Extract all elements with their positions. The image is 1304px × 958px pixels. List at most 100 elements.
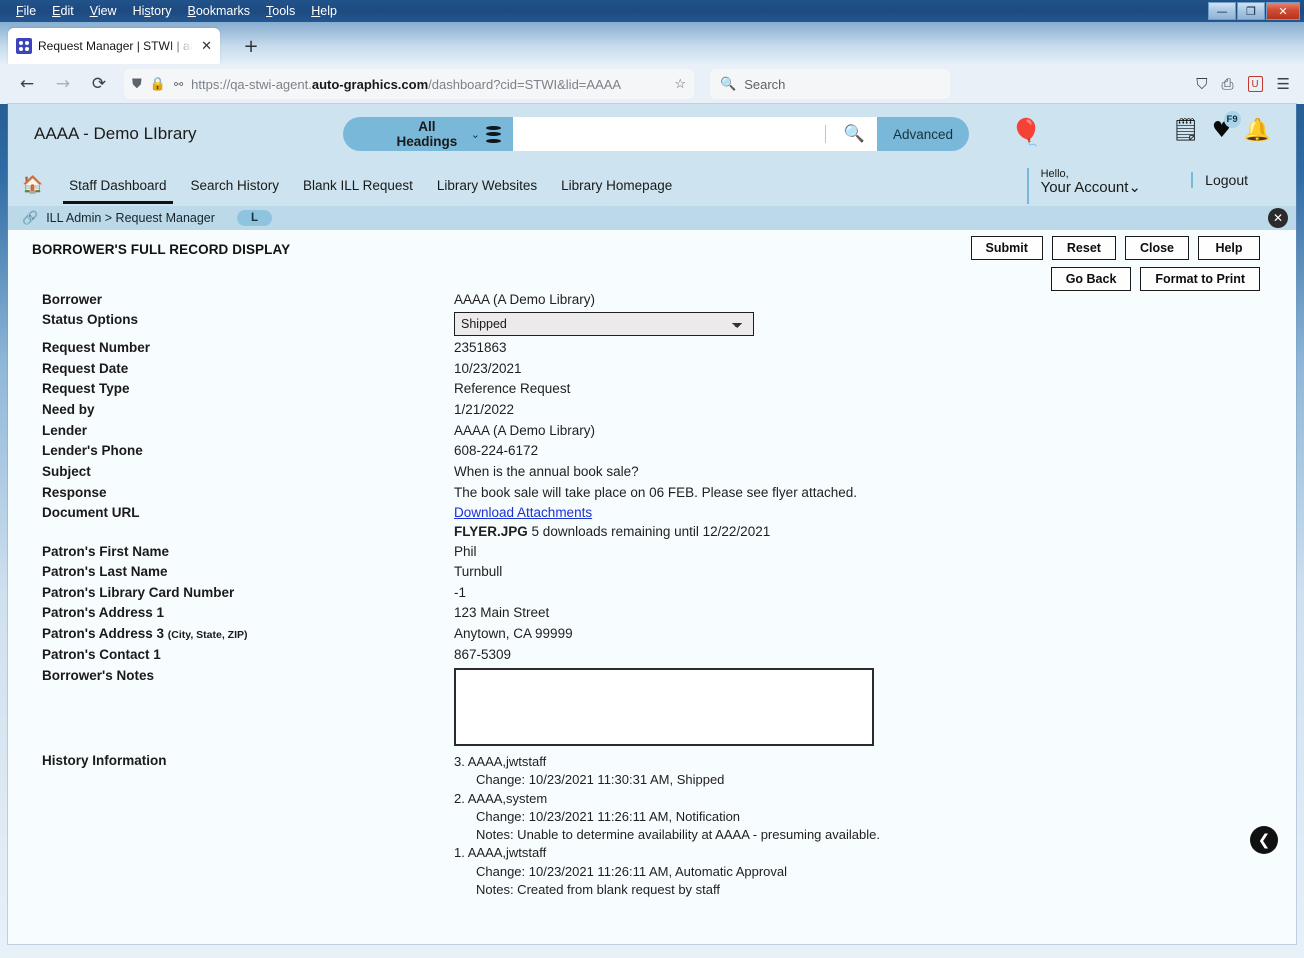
search-submit-icon[interactable]: 🔍 <box>836 124 873 144</box>
nav-blank-ill-request[interactable]: Blank ILL Request <box>291 168 425 203</box>
menu-history[interactable]: History <box>125 1 180 21</box>
field-row-subject: Subject When is the annual book sale? <box>8 464 1296 479</box>
field-row-request-type: Request Type Reference Request <box>8 381 1296 396</box>
library-title: AAAA - Demo LIbrary <box>34 124 197 143</box>
browser-tabstrip: Request Manager | STWI | aaaa ✕ + <box>0 22 1304 64</box>
label-lenders-phone: Lender's Phone <box>42 443 143 458</box>
url-text: https://qa-stwi-agent.auto-graphics.com/… <box>191 76 622 92</box>
menu-edit[interactable]: Edit <box>44 1 82 21</box>
action-buttons-row-1: Submit Reset Close Help <box>970 236 1260 260</box>
forward-icon[interactable]: → <box>46 69 80 99</box>
site-favicon-icon <box>16 38 32 54</box>
label-patron-address-3: Patron's Address 3 (City, State, ZIP) <box>8 626 454 641</box>
notifications-bell-icon[interactable]: 🔔 <box>1244 118 1271 143</box>
value-patron-first-name: Phil <box>454 544 477 559</box>
help-button[interactable]: Help <box>1198 236 1260 260</box>
nav-search-history[interactable]: Search History <box>179 168 292 203</box>
search-icon: 🔍 <box>720 76 737 91</box>
url-bar[interactable]: ⛊ 🔒 ⚯ https://qa-stwi-agent.auto-graphic… <box>124 69 694 99</box>
menu-bookmarks[interactable]: Bookmarks <box>180 1 259 21</box>
field-row-response: Response The book sale will take place o… <box>8 485 1296 500</box>
my-lists-icon[interactable]: 🗒 <box>1172 118 1200 143</box>
browser-search-box[interactable]: 🔍 Search <box>710 69 950 99</box>
navbar-right-icons: ⛉ ⎙ U ☰ <box>1196 75 1294 93</box>
go-back-button[interactable]: Go Back <box>1050 267 1132 291</box>
value-response: The book sale will take place on 06 FEB.… <box>454 485 857 500</box>
submit-button[interactable]: Submit <box>970 236 1043 260</box>
chevron-down-icon: ⌄ <box>470 128 480 141</box>
bookmark-star-icon[interactable]: ☆ <box>674 76 686 92</box>
history-entry-line: Change: 10/23/2021 11:30:31 AM, Shipped <box>476 772 725 788</box>
label-patron-card-number: Patron's Library Card Number <box>42 585 235 600</box>
back-icon[interactable]: ← <box>10 69 44 99</box>
field-row-borrower: Borrower AAAA (A Demo Library) <box>8 292 1296 307</box>
database-icon[interactable] <box>486 125 501 143</box>
browser-menubar: FFileile Edit View History Bookmarks Too… <box>0 0 1304 22</box>
action-buttons-row-2: Go Back Format to Print <box>1050 267 1260 291</box>
menu-file[interactable]: FFileile <box>8 1 44 21</box>
nav-library-websites[interactable]: Library Websites <box>425 168 549 203</box>
attachment-note: 5 downloads remaining until 12/22/2021 <box>531 524 771 539</box>
browser-tab[interactable]: Request Manager | STWI | aaaa ✕ <box>8 28 220 64</box>
hot-air-balloon-icon[interactable]: 🎈 <box>1010 116 1042 150</box>
label-patron-first-name: Patron's First Name <box>42 544 169 559</box>
app-header: AAAA - Demo LIbrary All Headings ⌄ 🔍 Adv… <box>8 104 1296 164</box>
search-input[interactable] <box>513 117 825 151</box>
close-panel-icon[interactable]: ✕ <box>1268 208 1288 228</box>
breadcrumb[interactable]: ILL Admin > Request Manager <box>46 211 215 225</box>
hamburger-menu-icon[interactable]: ☰ <box>1277 75 1290 93</box>
label-patron-address-3-sub: (City, State, ZIP) <box>167 629 248 641</box>
reset-button[interactable]: Reset <box>1051 236 1116 260</box>
history-entry-line: Notes: Unable to determine availability … <box>476 827 880 843</box>
field-row-status-options: Status Options Shipped <box>8 312 1296 336</box>
maximize-button[interactable]: ❐ <box>1237 2 1265 20</box>
logout-link[interactable]: Logout <box>1191 172 1248 188</box>
history-entry-line: Change: 10/23/2021 11:26:11 AM, Automati… <box>476 863 788 879</box>
extension-icon[interactable]: U <box>1247 76 1263 92</box>
nav-library-homepage[interactable]: Library Homepage <box>549 168 684 203</box>
format-to-print-button[interactable]: Format to Print <box>1140 267 1260 291</box>
value-request-type: Reference Request <box>454 381 571 396</box>
label-attachment-spacer <box>8 524 454 539</box>
search-tools: 🔍 <box>824 117 877 151</box>
label-patron-address-1: Patron's Address 1 <box>42 605 165 620</box>
menu-tools[interactable]: Tools <box>258 1 303 21</box>
home-icon[interactable]: 🏠 <box>22 175 43 195</box>
tab-close-icon[interactable]: ✕ <box>199 39 214 54</box>
shield-icon: ⛊ <box>132 76 142 91</box>
status-options-select[interactable]: Shipped <box>454 312 754 336</box>
advanced-search-button[interactable]: Advanced <box>876 117 969 151</box>
history-list: 3. AAAA,jwtstaff Change: 10/23/2021 11:3… <box>454 753 880 899</box>
nav-staff-dashboard[interactable]: Staff Dashboard <box>57 168 178 204</box>
borrowers-notes-textarea[interactable] <box>454 668 874 746</box>
record-body: BORROWER'S FULL RECORD DISPLAY Submit Re… <box>8 230 1296 942</box>
close-window-button[interactable]: ✕ <box>1266 2 1300 20</box>
value-subject: When is the annual book sale? <box>454 464 639 479</box>
download-attachments-link[interactable]: Download Attachments <box>454 505 592 520</box>
minimize-button[interactable]: — <box>1208 2 1236 20</box>
reload-icon[interactable]: ⟳ <box>82 69 116 99</box>
label-request-date: Request Date <box>42 361 129 376</box>
history-entry-head: 2. AAAA,system <box>454 790 548 806</box>
collapse-panel-left-icon[interactable]: ❮ <box>1250 826 1278 854</box>
field-row-patron-card-number: Patron's Library Card Number 123 Main St… <box>8 585 1296 600</box>
value-request-number: 2351863 <box>454 340 507 355</box>
search-scope-selector[interactable]: All Headings ⌄ <box>343 117 513 151</box>
close-button[interactable]: Close <box>1124 236 1189 260</box>
favorites-heart-icon[interactable]: ♥ F9 <box>1212 111 1241 143</box>
print-icon[interactable]: ⎙ <box>1222 75 1234 93</box>
field-row-document-url: Document URL Download Attachments <box>8 505 1296 520</box>
field-row-patron-contact-1: Patron's Contact 1 867-5309 <box>8 647 1296 662</box>
field-row-attachment: FLYER.JPG 5 downloads remaining until 12… <box>8 524 1296 539</box>
lock-icon: 🔒 <box>149 76 166 91</box>
menu-help[interactable]: Help <box>303 1 345 21</box>
value-lender: AAAA (A Demo Library) <box>454 423 596 438</box>
label-request-number: Request Number <box>42 340 151 355</box>
save-to-pocket-icon[interactable]: ⛉ <box>1196 75 1207 93</box>
record-fields: Borrower AAAA (A Demo Library) Status Op… <box>8 292 1296 942</box>
account-menu[interactable]: Hello, Your Account⌄ <box>1026 168 1141 204</box>
page-title: BORROWER'S FULL RECORD DISPLAY <box>32 242 291 257</box>
menu-view[interactable]: View <box>82 1 125 21</box>
new-tab-button[interactable]: + <box>240 35 262 57</box>
lender-borrower-pill[interactable]: L <box>236 210 272 226</box>
